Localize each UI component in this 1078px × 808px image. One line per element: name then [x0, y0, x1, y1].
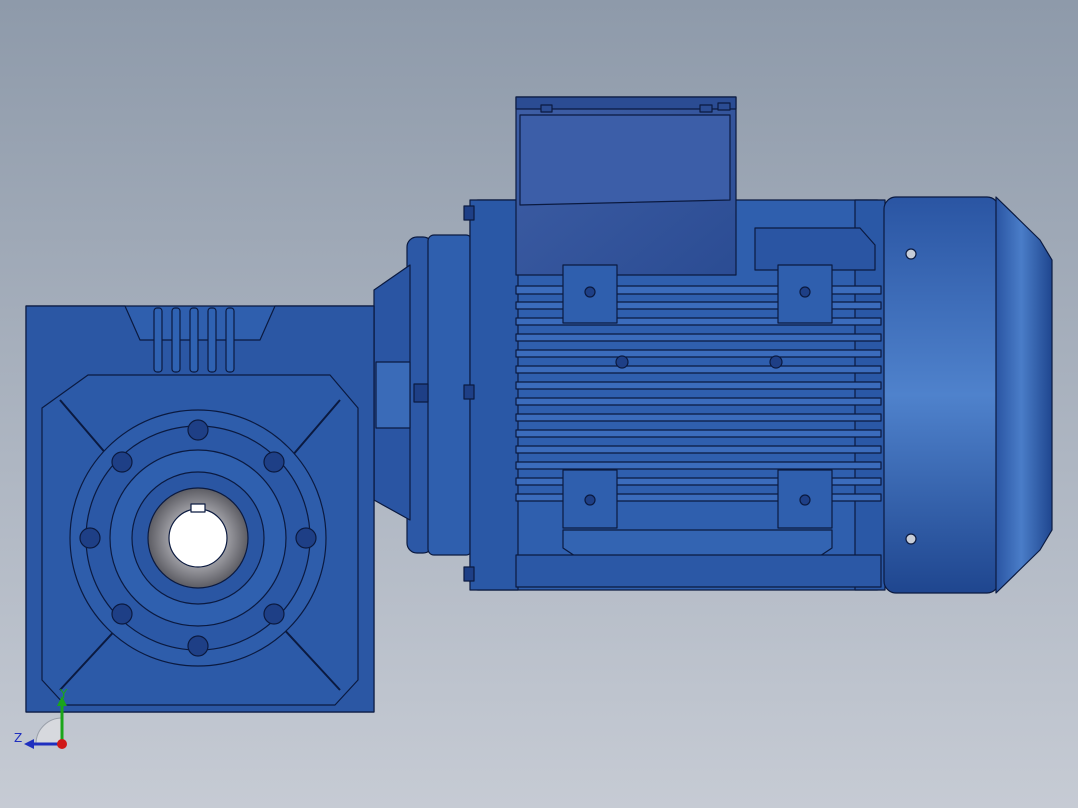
orientation-triad[interactable]: Y Z	[14, 688, 84, 752]
triad-graphic	[24, 696, 67, 749]
fan-cover-cap	[995, 196, 1053, 594]
triad-y-label: Y	[60, 687, 68, 701]
worm-gearbox[interactable]	[25, 305, 375, 713]
fan-cover	[883, 196, 1000, 594]
cad-viewport[interactable]: Y Z	[0, 0, 1078, 808]
gearmotor-model[interactable]	[0, 0, 1078, 808]
triad-z-label: Z	[14, 731, 23, 745]
keyway	[190, 503, 206, 513]
